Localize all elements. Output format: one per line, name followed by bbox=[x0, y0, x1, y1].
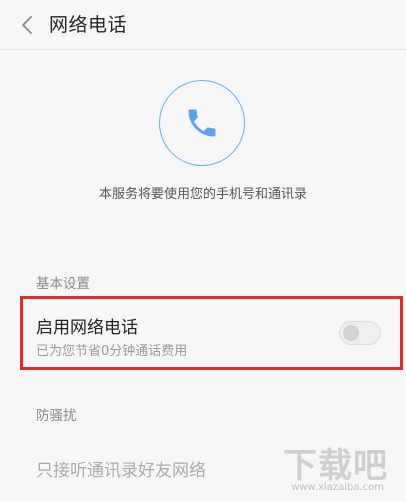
enable-network-call-subtitle: 已为您节省0分钟通话费用 bbox=[36, 344, 188, 359]
watermark-logo: 下载吧 bbox=[283, 446, 388, 486]
watermark-url: www.xiazaiba.com bbox=[291, 482, 384, 493]
toggle-knob bbox=[343, 325, 359, 341]
enable-network-call-row[interactable]: 启用网络电话 已为您节省0分钟通话费用 bbox=[20, 296, 403, 370]
chevron-left-icon bbox=[22, 16, 32, 34]
contacts-only-label: 只接听通讯录好友网络 bbox=[36, 461, 206, 481]
section-label-basic-settings: 基本设置 bbox=[36, 276, 90, 292]
section-label-anti-harassment: 防骚扰 bbox=[36, 408, 77, 424]
service-description: 本服务将要使用您的手机号和通讯录 bbox=[98, 187, 307, 202]
phone-hero-circle bbox=[159, 80, 245, 166]
back-button[interactable] bbox=[14, 10, 40, 40]
enable-network-call-toggle[interactable] bbox=[339, 321, 381, 345]
top-bar: 网络电话 bbox=[0, 0, 406, 50]
phone-icon bbox=[188, 109, 216, 137]
enable-network-call-title: 启用网络电话 bbox=[36, 318, 138, 338]
page-title: 网络电话 bbox=[49, 14, 128, 36]
